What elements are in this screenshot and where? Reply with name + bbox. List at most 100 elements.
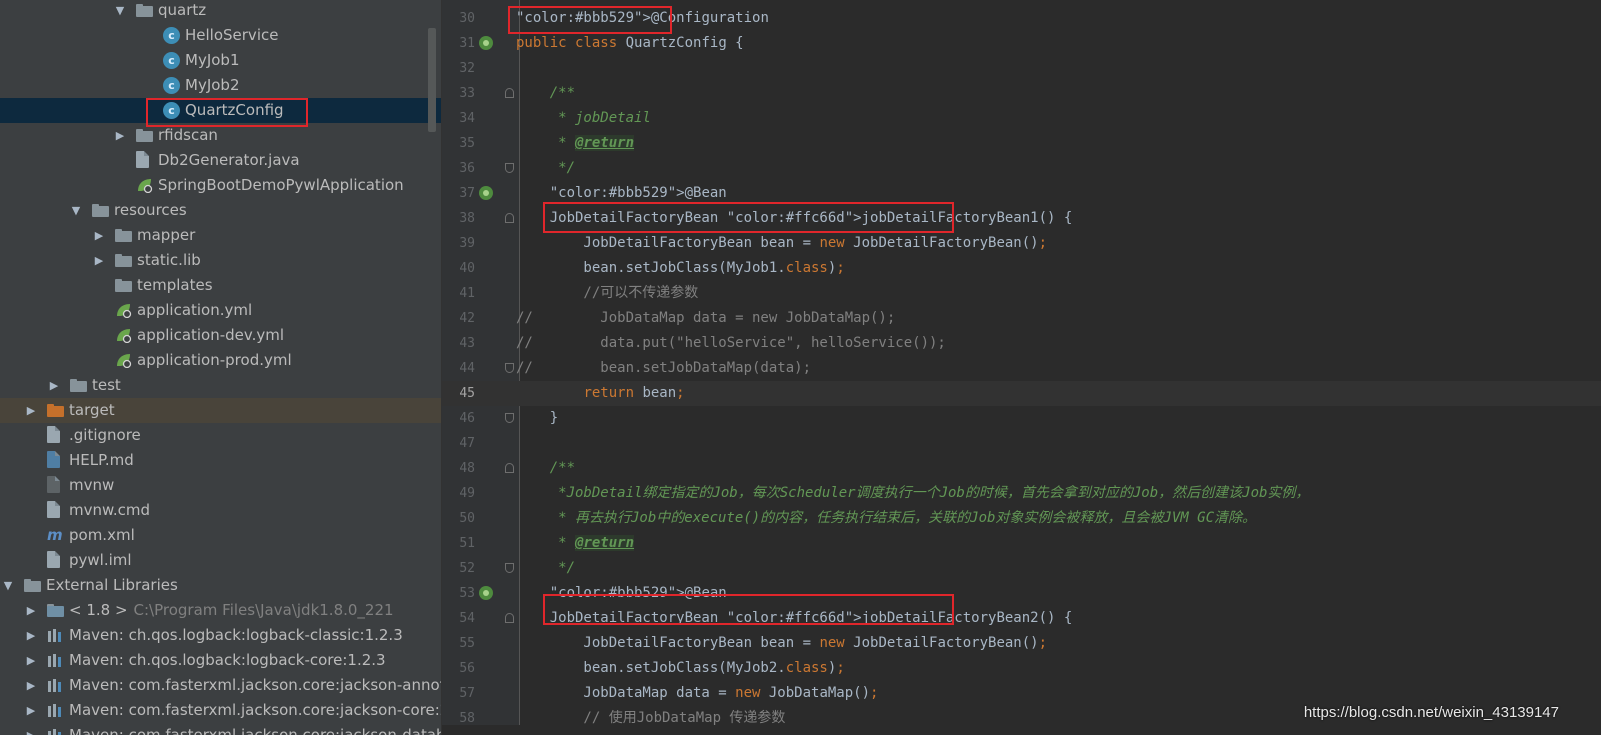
tree-item[interactable]: ▶ target <box>0 398 442 423</box>
code-line[interactable]: 33 /** <box>442 81 1601 106</box>
code-line[interactable]: 30 "color:#bbb529">@Configuration <box>442 6 1601 31</box>
code-line[interactable]: 52 */ <box>442 556 1601 581</box>
expand-arrow-open-icon[interactable]: ▼ <box>69 198 83 223</box>
code-line[interactable]: 40 bean.setJobClass(MyJob1.class); <box>442 256 1601 281</box>
text-file-icon <box>47 501 60 518</box>
fold-marker-icon[interactable] <box>505 363 514 373</box>
tree-item[interactable]: ▶ Maven: com.fasterxml.jackson.core:jacks… <box>0 698 442 723</box>
tree-item-label: .gitignore <box>69 423 141 448</box>
expand-arrow-closed-icon[interactable]: ▶ <box>24 698 38 723</box>
code-text: JobDetailFactoryBean bean = new JobDetai… <box>516 235 1048 251</box>
expand-arrow-closed-icon[interactable]: ▶ <box>113 123 127 148</box>
tree-item[interactable]: ▶ Maven: ch.qos.logback:logback-core:1.2.… <box>0 648 442 673</box>
fold-marker-icon[interactable] <box>505 88 514 98</box>
code-line[interactable]: 53 "color:#bbb529">@Bean <box>442 581 1601 606</box>
tree-item[interactable]: ▼ External Libraries <box>0 573 442 598</box>
expand-arrow-closed-icon[interactable]: ▶ <box>24 648 38 673</box>
expand-arrow-closed-icon[interactable]: ▶ <box>92 223 106 248</box>
project-tree-panel[interactable]: ▶ Maven: com.fasterxml.jackson.core:jacks… <box>0 0 442 735</box>
code-editor[interactable]: 30 "color:#bbb529">@Configuration 31 public… <box>442 0 1601 735</box>
code-line[interactable]: 34 * jobDetail <box>442 106 1601 131</box>
fold-marker-icon[interactable] <box>505 163 514 173</box>
fold-marker-icon[interactable] <box>505 563 514 573</box>
code-line[interactable]: 39 JobDetailFactoryBean bean = new JobDe… <box>442 231 1601 256</box>
code-line[interactable]: 45 return bean; <box>442 381 1601 406</box>
code-line[interactable]: 54 JobDetailFactoryBean "color:#ffc66d">… <box>442 606 1601 631</box>
code-line[interactable]: 31 public class QuartzConfig { <box>442 31 1601 56</box>
tree-item[interactable]: c HelloService <box>0 23 442 48</box>
tree-item[interactable]: application.yml <box>0 298 442 323</box>
spring-bean-gutter-icon[interactable] <box>479 36 493 50</box>
code-line[interactable]: 47 <box>442 431 1601 456</box>
code-line[interactable]: 48 /** <box>442 456 1601 481</box>
code-line[interactable]: 37 "color:#bbb529">@Bean <box>442 181 1601 206</box>
expand-arrow-closed-icon[interactable]: ▶ <box>24 623 38 648</box>
tree-item[interactable]: HELP.md <box>0 448 442 473</box>
tree-item[interactable]: ▶ < 1.8 > C:\Program Files\Java\jdk1.8.0_2… <box>0 598 442 623</box>
tree-item-text: static.lib <box>137 251 201 269</box>
fold-marker-icon[interactable] <box>505 413 514 423</box>
tree-item[interactable]: ▶ static.lib <box>0 248 442 273</box>
tree-item[interactable]: ▶ test <box>0 373 442 398</box>
code-line[interactable]: 55 JobDetailFactoryBean bean = new JobDe… <box>442 631 1601 656</box>
code-line[interactable]: 41 //可以不传递参数 <box>442 281 1601 306</box>
tree-item[interactable]: ▶ mapper <box>0 223 442 248</box>
tree-item[interactable]: ▶ rfidscan <box>0 123 442 148</box>
tree-item[interactable]: ▼ quartz <box>0 0 442 23</box>
code-line[interactable]: 49 *JobDetail绑定指定的Job，每次Scheduler调度执行一个J… <box>442 481 1601 506</box>
code-line[interactable]: 42 // JobDataMap data = new JobDataMap(); <box>442 306 1601 331</box>
tree-item[interactable]: SpringBootDemoPywlApplication <box>0 173 442 198</box>
tree-item[interactable]: pywl.iml <box>0 548 442 573</box>
expand-arrow-closed-icon[interactable]: ▶ <box>24 673 38 698</box>
tree-item[interactable]: ▶ Maven: ch.qos.logback:logback-classic:1… <box>0 623 442 648</box>
code-line[interactable]: 46 } <box>442 406 1601 431</box>
expand-arrow-closed-icon[interactable]: ▶ <box>47 373 61 398</box>
tree-item[interactable]: ▶ Maven: com.fasterxml.jackson.core:jacks… <box>0 673 442 698</box>
fold-marker-icon[interactable] <box>505 613 514 623</box>
expand-arrow-closed-icon[interactable]: ▶ <box>24 723 38 735</box>
line-number: 55 <box>459 636 475 651</box>
tree-item-label: MyJob1 <box>185 48 240 73</box>
tree-item[interactable]: c QuartzConfig <box>0 98 442 123</box>
tree-item[interactable]: c MyJob1 <box>0 48 442 73</box>
code-line[interactable]: 57 JobDataMap data = new JobDataMap(); <box>442 681 1601 706</box>
project-tree-scrollbar[interactable] <box>428 28 436 132</box>
fold-marker-icon[interactable] <box>505 463 514 473</box>
code-line[interactable]: 44 // bean.setJobDataMap(data); <box>442 356 1601 381</box>
code-line[interactable]: 50 * 再去执行Job中的execute()的内容，任务执行结束后，关联的Jo… <box>442 506 1601 531</box>
expand-arrow-closed-icon[interactable]: ▶ <box>24 398 38 423</box>
tree-item[interactable]: c MyJob2 <box>0 73 442 98</box>
tree-item[interactable]: Db2Generator.java <box>0 148 442 173</box>
code-line[interactable]: 56 bean.setJobClass(MyJob2.class); <box>442 656 1601 681</box>
tree-item[interactable]: ▶ Maven: com.fasterxml.jackson.core:jacks… <box>0 723 442 735</box>
code-line[interactable]: 32 <box>442 56 1601 81</box>
code-line[interactable]: 43 // data.put("helloService", helloServi… <box>442 331 1601 356</box>
expand-arrow-open-icon[interactable]: ▼ <box>1 573 15 598</box>
code-line[interactable]: 51 * @return <box>442 531 1601 556</box>
spring-bean-gutter-icon[interactable] <box>479 586 493 600</box>
code-line[interactable]: 35 * @return <box>442 131 1601 156</box>
code-text: //可以不传递参数 <box>516 285 699 301</box>
spring-boot-class-icon <box>138 179 153 193</box>
expand-arrow-closed-icon[interactable]: ▶ <box>92 248 106 273</box>
tree-item-label: QuartzConfig <box>185 98 284 123</box>
line-number: 54 <box>459 611 475 626</box>
tree-item[interactable]: application-prod.yml <box>0 348 442 373</box>
tree-item[interactable]: templates <box>0 273 442 298</box>
line-number: 52 <box>459 561 475 576</box>
shell-file-icon <box>47 476 60 493</box>
expand-arrow-closed-icon[interactable]: ▶ <box>24 598 38 623</box>
expand-arrow-open-icon[interactable]: ▼ <box>113 0 127 23</box>
tree-item[interactable]: ▼ resources <box>0 198 442 223</box>
tree-item[interactable]: m pom.xml <box>0 523 442 548</box>
tree-item-label: static.lib <box>137 248 201 273</box>
tree-item[interactable]: mvnw <box>0 473 442 498</box>
class-icon: c <box>163 77 180 94</box>
spring-bean-gutter-icon[interactable] <box>479 186 493 200</box>
tree-item[interactable]: application-dev.yml <box>0 323 442 348</box>
fold-marker-icon[interactable] <box>505 213 514 223</box>
tree-item[interactable]: mvnw.cmd <box>0 498 442 523</box>
code-line[interactable]: 38 JobDetailFactoryBean "color:#ffc66d">… <box>442 206 1601 231</box>
tree-item[interactable]: .gitignore <box>0 423 442 448</box>
code-line[interactable]: 36 */ <box>442 156 1601 181</box>
